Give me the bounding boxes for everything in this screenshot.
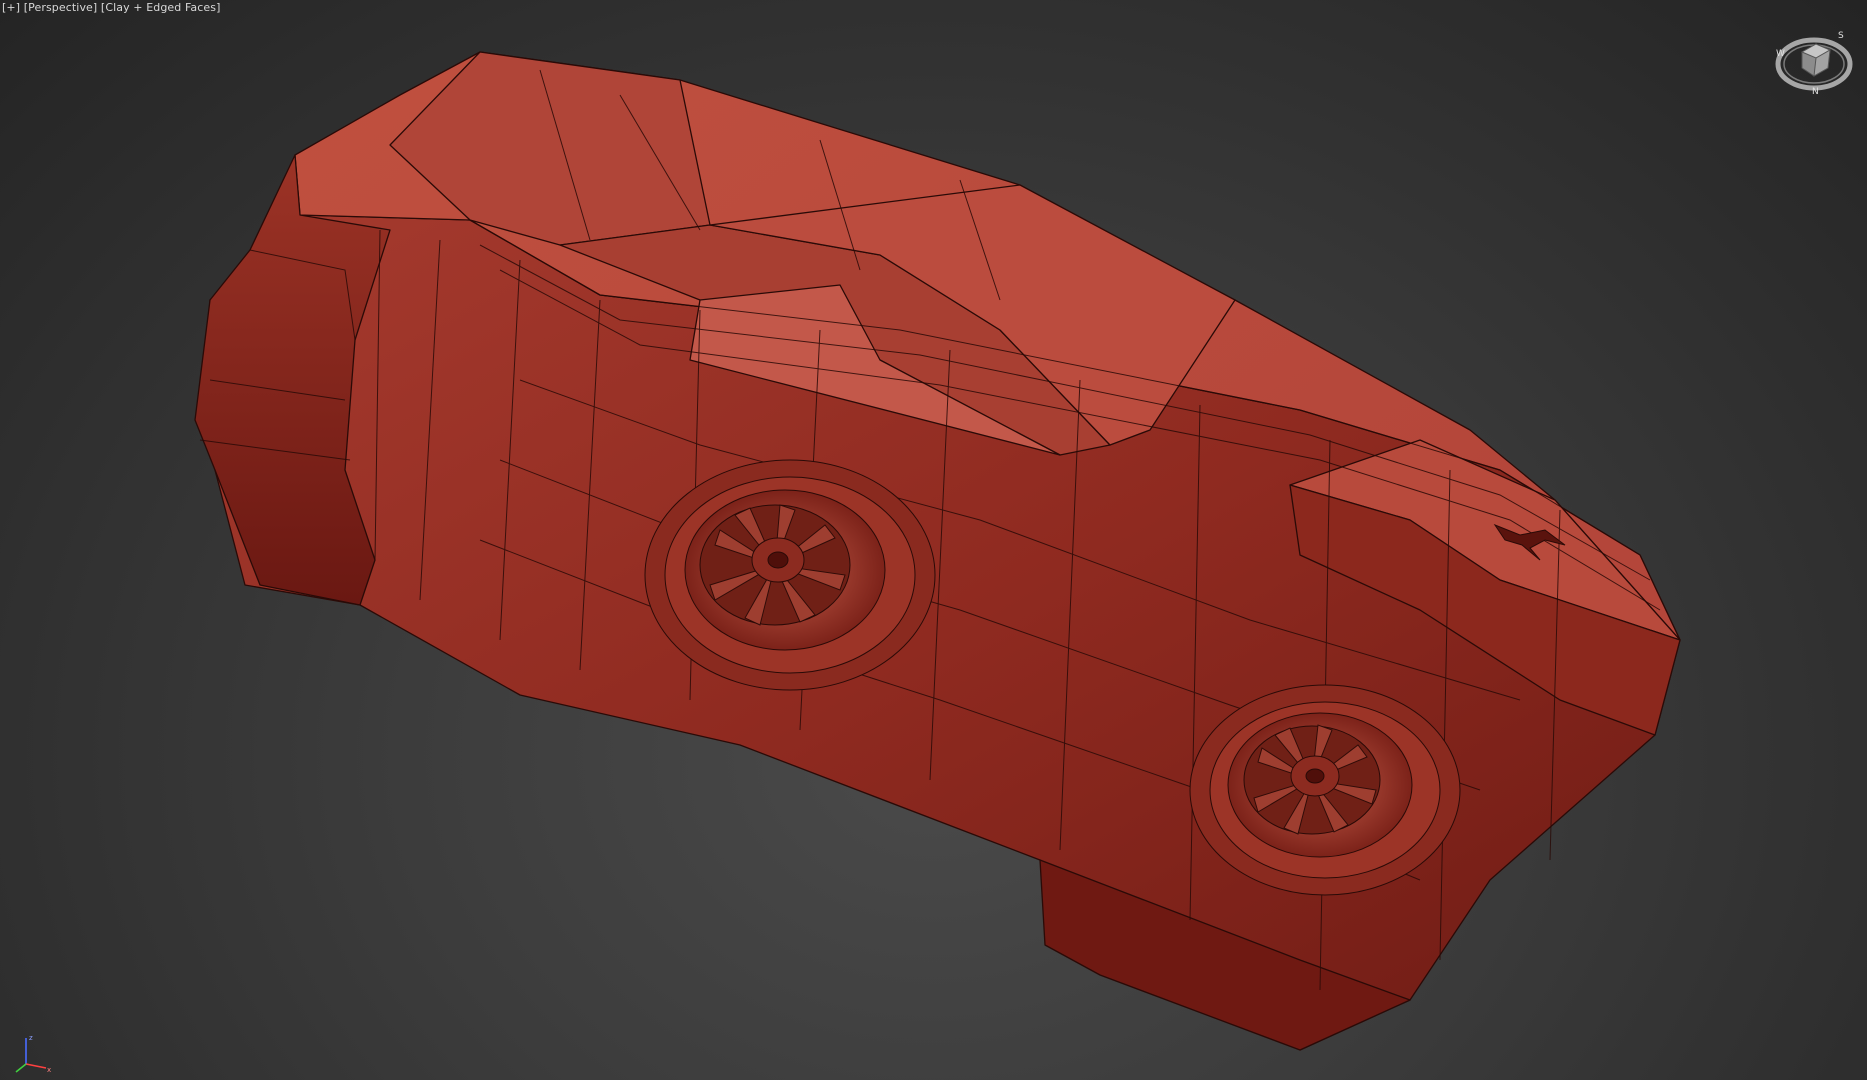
compass-s: S [1838, 31, 1844, 41]
compass-n: N [1812, 87, 1819, 97]
fan-right [1189, 684, 1461, 896]
y-axis-line [15, 1063, 27, 1073]
x-axis-label: x [47, 1066, 51, 1074]
clay-mesh [194, 51, 1681, 1051]
3d-model-render[interactable] [0, 0, 1867, 1080]
viewcube-cube[interactable] [1800, 43, 1832, 77]
compass-w: W [1776, 49, 1785, 59]
z-axis-label: z [29, 1034, 33, 1042]
x-axis-line [25, 1063, 47, 1069]
perspective-viewport[interactable]: [+] [Perspective] [Clay + Edged Faces] W… [0, 0, 1867, 1080]
axis-tripod-icon: z x [15, 1034, 51, 1074]
viewcube-icon[interactable]: W S N [1772, 22, 1856, 98]
fan-left [644, 459, 936, 691]
